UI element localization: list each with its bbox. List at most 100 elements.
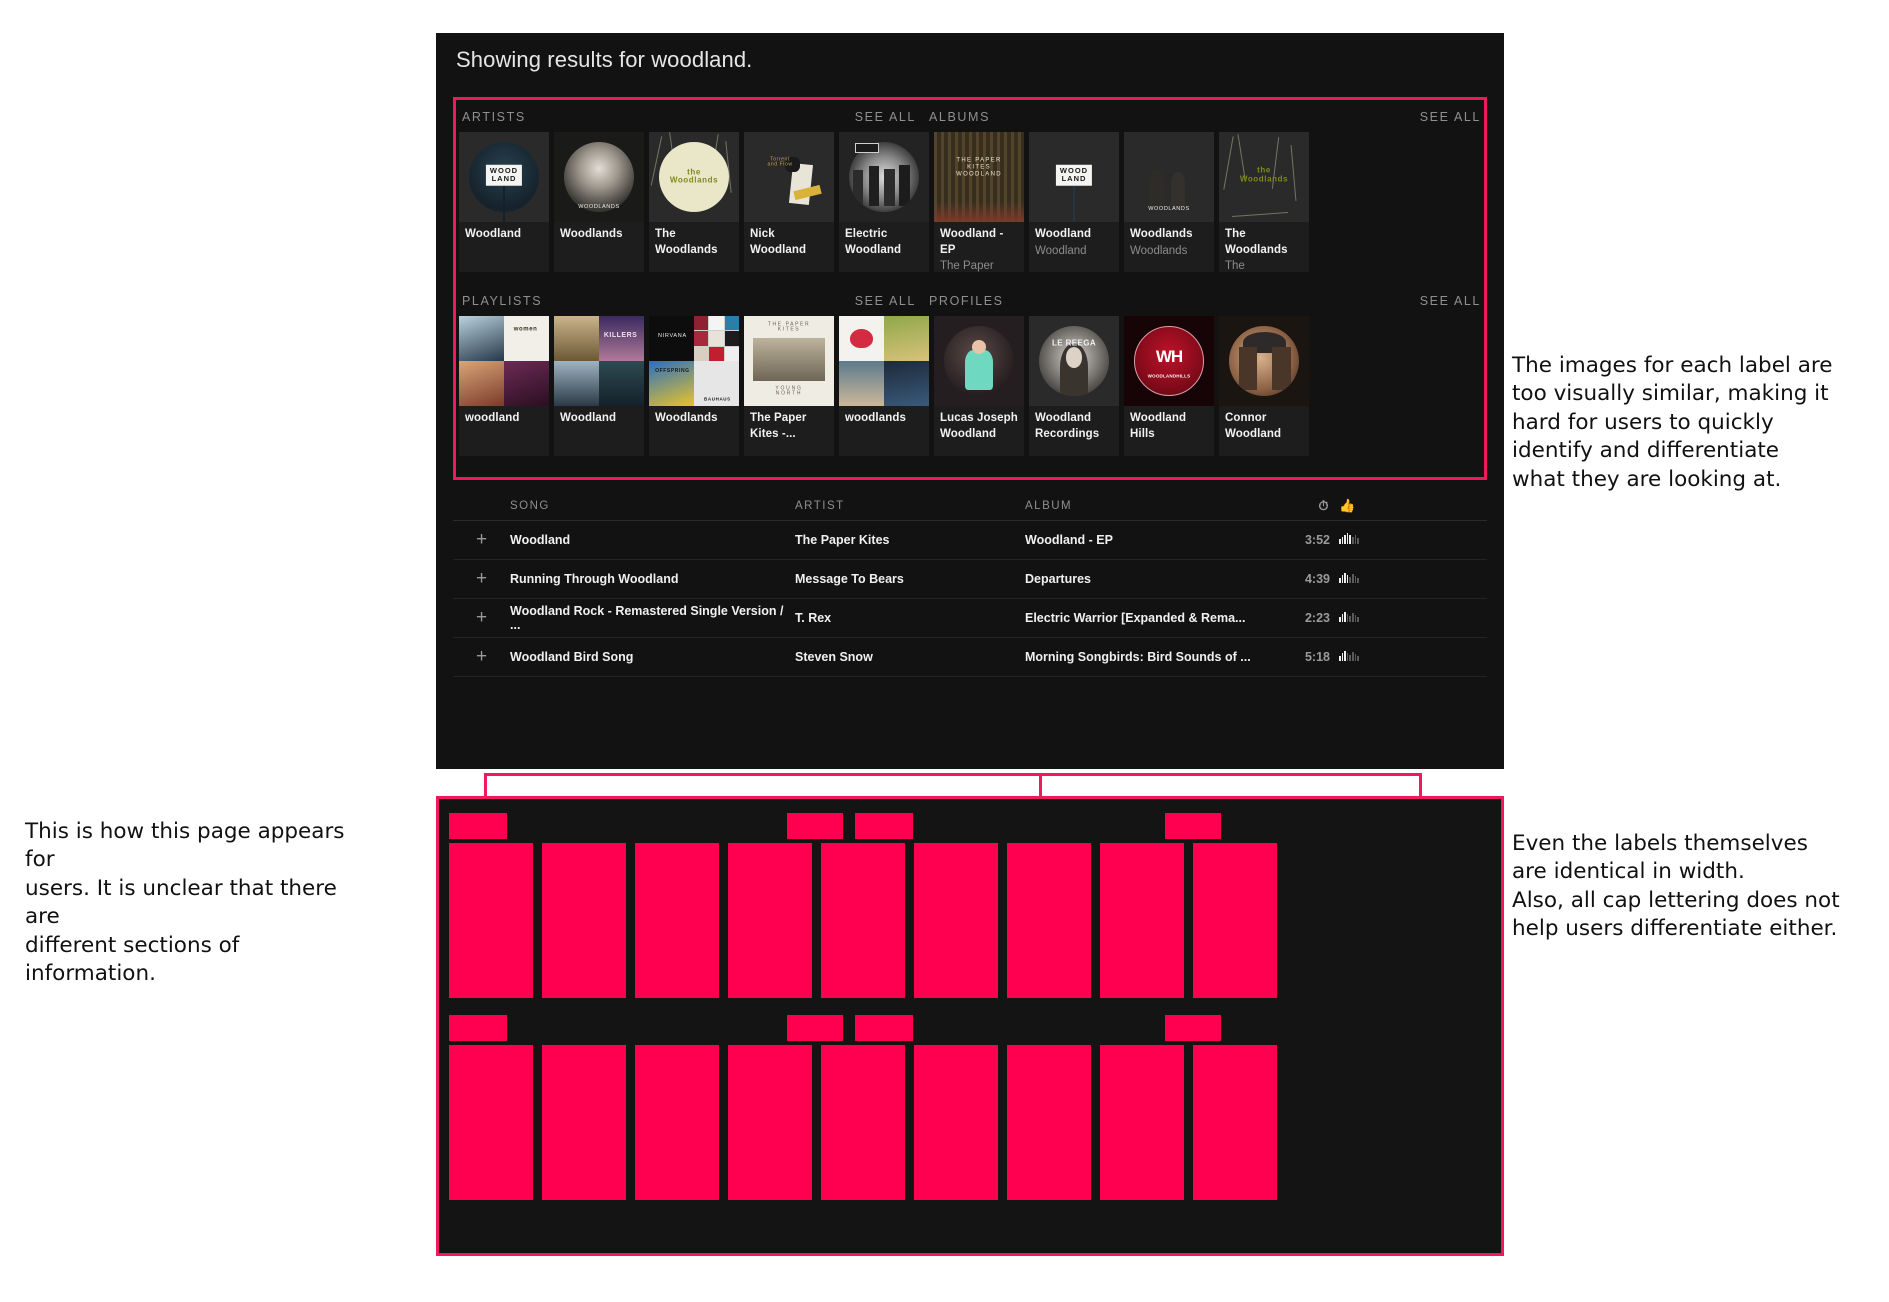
table-row[interactable]: + Woodland Bird Song Steven Snow Morning… — [453, 638, 1487, 677]
cell-song[interactable]: Woodland — [510, 533, 795, 547]
cell-artist[interactable]: The Paper Kites — [795, 533, 1025, 547]
wireframe-card-block — [449, 843, 533, 998]
annotation-page-appearance: This is how this page appears for users.… — [25, 819, 345, 986]
annotation-labels-identical: Even the labels themselves are identical… — [1512, 831, 1840, 942]
wireframe-card-block — [1007, 843, 1091, 998]
profiles-card-row: Lucas Joseph Woodland LE REEGA Woodland … — [934, 316, 1309, 456]
artwork: the Woodlands — [649, 132, 739, 222]
wireframe-card-block — [542, 1045, 626, 1200]
album-card[interactable]: WOODLANDS Woodlands Woodlands — [1124, 132, 1214, 272]
album-card[interactable]: WOOD LAND Woodland Woodland — [1029, 132, 1119, 272]
wireframe-label-block — [449, 1015, 507, 1041]
profile-name: Lucas Joseph Woodland — [940, 412, 1018, 440]
artwork: LE REEGA — [1029, 316, 1119, 406]
artwork: THE PAPER KITES YOUNG NORTH — [744, 316, 834, 406]
playlist-card[interactable]: NIRVANA OFFSPRING BAUHAUS Woodlands — [649, 316, 739, 456]
cell-duration: 2:23 — [1304, 611, 1330, 625]
artwork: Torrent and Flow — [744, 132, 834, 222]
wireframe-card-block — [821, 1045, 905, 1200]
wireframe-card-block — [1100, 1045, 1184, 1200]
album-name: Woodlands — [1130, 228, 1193, 240]
cell-song[interactable]: Running Through Woodland — [510, 572, 795, 586]
cell-album[interactable]: Woodland - EP — [1025, 533, 1275, 547]
album-name: Woodland — [1035, 228, 1092, 240]
cell-artist[interactable]: Message To Bears — [795, 572, 1025, 586]
table-row[interactable]: + Woodland Rock - Remastered Single Vers… — [453, 599, 1487, 638]
album-artist: Woodlands — [1130, 244, 1188, 257]
profile-card[interactable]: Connor Woodland — [1219, 316, 1309, 456]
clock-icon: ⏱ — [1318, 497, 1330, 513]
album-card[interactable]: THE PAPER KITES WOODLAND Woodland - EP T… — [934, 132, 1024, 272]
profile-name: Connor Woodland — [1225, 412, 1282, 440]
artist-card[interactable]: WOOD LAND Woodland — [459, 132, 549, 272]
album-name: The Woodlands — [1225, 228, 1288, 256]
thumbs-up-icon: 👍 — [1339, 497, 1357, 513]
section-header-artists: ARTISTS SEE ALL — [459, 102, 919, 132]
section-header-albums: ALBUMS SEE ALL — [926, 102, 1484, 132]
playlist-card[interactable]: THE PAPER KITES YOUNG NORTH The Paper Ki… — [744, 316, 834, 456]
wireframe-label-block — [855, 1015, 913, 1041]
cell-artist[interactable]: T. Rex — [795, 611, 1025, 625]
profile-name: Woodland Hills — [1130, 412, 1187, 440]
wireframe-card-block — [1100, 843, 1184, 998]
highlighted-grid-region: ARTISTS SEE ALL ALBUMS SEE ALL WOOD LAND… — [453, 97, 1487, 480]
profile-name: Woodland Recordings — [1035, 412, 1100, 440]
plus-icon[interactable]: + — [453, 646, 510, 668]
wireframe-abstraction-panel — [436, 796, 1504, 1256]
cell-album[interactable]: Morning Songbirds: Bird Sounds of ... — [1025, 650, 1275, 664]
playlist-card[interactable]: women woodland — [459, 316, 549, 456]
artist-card[interactable]: Electric Woodland — [839, 132, 929, 272]
annotation-images-similar: The images for each label are too visual… — [1512, 353, 1833, 492]
playlist-card[interactable]: KILLERS Woodland — [554, 316, 644, 456]
artwork: women — [459, 316, 549, 406]
artwork-text: WOOD LAND — [485, 164, 523, 186]
section-title-albums: ALBUMS — [929, 110, 991, 124]
cell-album[interactable]: Departures — [1025, 572, 1275, 586]
artwork — [1219, 316, 1309, 406]
wireframe-card-block — [449, 1045, 533, 1200]
artist-card[interactable]: WOODLANDS Woodlands — [554, 132, 644, 272]
playlist-name: Woodlands — [655, 412, 718, 424]
plus-icon[interactable]: + — [453, 568, 510, 590]
artist-card[interactable]: Torrent and Flow Nick Woodland — [744, 132, 834, 272]
artwork: the Woodlands — [1219, 132, 1309, 222]
album-card[interactable]: the Woodlands The Woodlands The Woodland… — [1219, 132, 1309, 272]
album-artist: The Paper Kites — [940, 260, 994, 272]
see-all-playlists[interactable]: SEE ALL — [855, 294, 916, 308]
playlist-card[interactable]: woodlands — [839, 316, 929, 456]
cell-song[interactable]: Woodland Bird Song — [510, 650, 795, 664]
profile-card[interactable]: LE REEGA Woodland Recordings — [1029, 316, 1119, 456]
popularity-meter — [1339, 533, 1359, 544]
playlist-name: Woodland — [560, 412, 617, 424]
see-all-profiles[interactable]: SEE ALL — [1420, 294, 1481, 308]
plus-icon[interactable]: + — [453, 529, 510, 551]
popularity-meter — [1339, 572, 1359, 583]
plus-icon[interactable]: + — [453, 607, 510, 629]
table-header-row: SONG ARTIST ALBUM ⏱ 👍 — [453, 491, 1487, 521]
cell-album[interactable]: Electric Warrior [Expanded & Rema... — [1025, 611, 1275, 625]
column-header-song: SONG — [510, 499, 550, 512]
table-row[interactable]: + Woodland The Paper Kites Woodland - EP… — [453, 521, 1487, 560]
cell-song[interactable]: Woodland Rock - Remastered Single Versio… — [510, 604, 795, 632]
profile-card[interactable]: Lucas Joseph Woodland — [934, 316, 1024, 456]
artwork: WOODLANDS — [554, 132, 644, 222]
wireframe-card-block — [1193, 843, 1277, 998]
section-title-playlists: PLAYLISTS — [462, 294, 543, 308]
cell-artist[interactable]: Steven Snow — [795, 650, 1025, 664]
playlist-name: The Paper Kites -... — [750, 412, 807, 440]
page-title: Showing results for woodland. — [456, 47, 753, 72]
artwork: WOOD LAND — [1029, 132, 1119, 222]
wireframe-card-block — [728, 1045, 812, 1200]
popularity-meter — [1339, 611, 1359, 622]
artwork: NIRVANA OFFSPRING BAUHAUS — [649, 316, 739, 406]
album-artist: Woodland — [1035, 244, 1087, 257]
artist-name: Nick Woodland — [750, 228, 807, 256]
profile-card[interactable]: WH WH WOODLANDHILLS Woodland Hills — [1124, 316, 1214, 456]
table-row[interactable]: + Running Through Woodland Message To Be… — [453, 560, 1487, 599]
wireframe-label-block — [855, 813, 913, 839]
artist-card[interactable]: the Woodlands The Woodlands — [649, 132, 739, 272]
see-all-albums[interactable]: SEE ALL — [1420, 110, 1481, 124]
wireframe-card-block — [821, 843, 905, 998]
see-all-artists[interactable]: SEE ALL — [855, 110, 916, 124]
playlists-card-row: women woodland KILLERS Woodland NIRVANA … — [459, 316, 929, 456]
